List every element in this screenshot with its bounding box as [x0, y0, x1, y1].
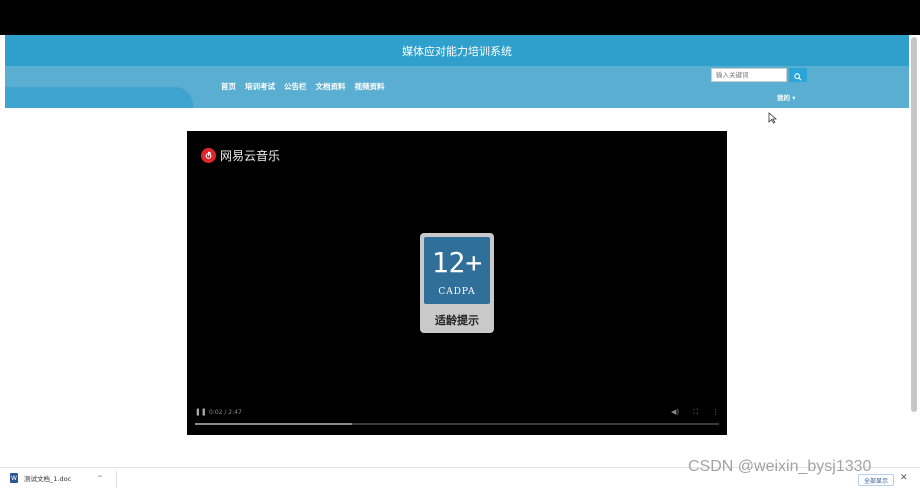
page-scrollbar[interactable]	[909, 35, 920, 415]
nav-item-documents[interactable]: 文档资料	[316, 81, 346, 92]
scrollbar-thumb[interactable]	[911, 37, 917, 412]
age-rating-panel: 12+ CADPA	[424, 237, 490, 304]
netease-music-logo-icon	[201, 148, 216, 163]
title-band: 媒体应对能力培训系统	[5, 35, 909, 66]
search-button[interactable]	[789, 68, 807, 82]
nav-item-videos[interactable]: 视频资料	[355, 81, 385, 92]
age-rating-org: CADPA	[438, 287, 476, 297]
video-controls: ❚❚ 0:02 / 2:47 ◀) ⛶ ⋮	[195, 406, 719, 418]
search-input[interactable]	[711, 68, 787, 82]
main-nav: 首页 培训考试 公告栏 文档资料 视频资料	[221, 81, 385, 92]
header-decoration	[5, 87, 193, 108]
video-brand-name: 网易云音乐	[220, 149, 281, 163]
site-header: 媒体应对能力培训系统 首页 培训考试 公告栏 文档资料 视频资料 我的 ▾	[5, 35, 909, 108]
video-progress-fill	[195, 423, 353, 425]
mouse-pointer-icon	[768, 109, 778, 128]
more-vertical-icon[interactable]: ⋮	[712, 408, 719, 416]
video-brand: 网易云音乐	[201, 147, 280, 164]
video-time: 0:02 / 2:47	[209, 408, 242, 416]
chevron-up-icon[interactable]: ^	[97, 474, 102, 482]
video-player[interactable]: 网易云音乐 12+ CADPA 适龄提示 ❚❚ 0:02 / 2:47 ◀) ⛶…	[187, 131, 727, 435]
age-rating-badge: 12+ CADPA 适龄提示	[420, 233, 494, 333]
search-box	[711, 68, 809, 82]
close-icon[interactable]: ✕	[900, 473, 908, 483]
download-item[interactable]: W 测试文档_1.doc ^	[10, 473, 103, 483]
nav-item-training-exam[interactable]: 培训考试	[245, 81, 275, 92]
site-title: 媒体应对能力培训系统	[402, 45, 512, 58]
age-rating-label: 适龄提示	[435, 314, 479, 327]
pause-icon[interactable]: ❚❚	[195, 408, 207, 416]
download-file-name: 测试文档_1.doc	[24, 475, 72, 483]
video-progress-bar[interactable]	[195, 423, 719, 425]
watermark: CSDN @weixin_bysj1330	[688, 458, 872, 475]
nav-item-home[interactable]: 首页	[221, 81, 236, 92]
volume-icon[interactable]: ◀)	[671, 408, 679, 416]
search-icon	[794, 66, 802, 85]
browser-top-bar	[0, 0, 920, 35]
age-rating-number: 12+	[431, 246, 483, 279]
user-menu[interactable]: 我的 ▾	[777, 92, 796, 102]
word-doc-icon: W	[10, 473, 18, 483]
nav-item-announcements[interactable]: 公告栏	[284, 81, 307, 92]
divider	[116, 471, 117, 488]
fullscreen-icon[interactable]: ⛶	[693, 408, 698, 417]
